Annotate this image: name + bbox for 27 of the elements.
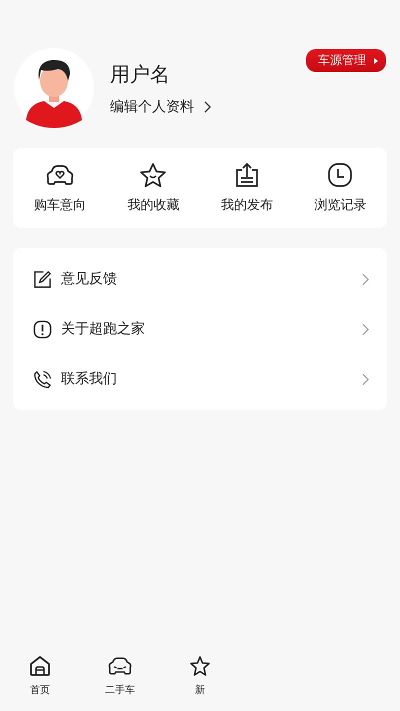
- vehicle-management-button[interactable]: 车源管理: [306, 49, 386, 72]
- edit-icon: [33, 270, 52, 288]
- car-icon: [108, 655, 132, 677]
- star-icon: [139, 162, 168, 188]
- tab-bar-item[interactable]: 新: [160, 647, 240, 705]
- shortcut-button[interactable]: 我的发布: [200, 162, 294, 214]
- tab-bar-item[interactable]: 二手车: [80, 647, 160, 705]
- car-heart-icon: [46, 162, 74, 188]
- tab-bar-item[interactable]: 首页: [0, 647, 80, 705]
- chevron-right-icon: [362, 272, 369, 286]
- alert-icon: [33, 320, 52, 338]
- shortcut-button[interactable]: 我的收藏: [106, 162, 200, 214]
- shortcut-button[interactable]: 浏览记录: [294, 162, 387, 214]
- chevron-right-icon: [204, 100, 211, 112]
- triangle-right-icon: [374, 58, 378, 64]
- shortcut-button[interactable]: 购车意向: [13, 162, 106, 214]
- chevron-right-icon: [362, 322, 369, 336]
- menu-item[interactable]: 联系我们: [13, 354, 387, 404]
- username: 用户名: [110, 60, 171, 88]
- chevron-right-icon: [362, 372, 369, 386]
- menu-item[interactable]: 意见反馈: [13, 254, 387, 304]
- star-outline-icon: [188, 655, 212, 677]
- edit-profile-link[interactable]: 编辑个人资料: [110, 98, 211, 116]
- clock-icon: [326, 162, 354, 188]
- menu-item[interactable]: 关于超跑之家: [13, 304, 387, 354]
- phone-icon: [33, 370, 52, 388]
- home-icon: [28, 655, 52, 677]
